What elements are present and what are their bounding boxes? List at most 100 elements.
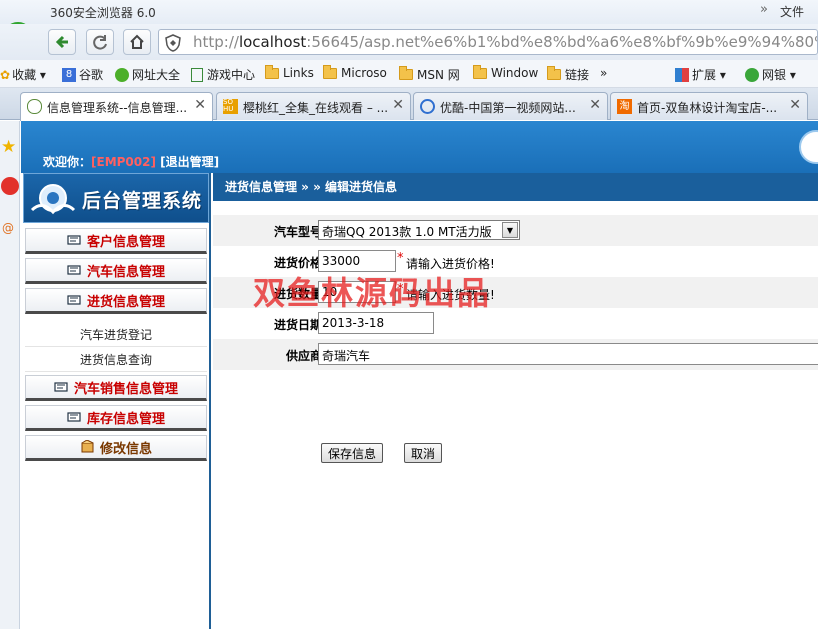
tab-youku[interactable]: 优酷-中国第一视频网站... ✕ (413, 92, 608, 120)
menu-label: 进货信息管理 (86, 294, 165, 310)
tab-sohu-video[interactable]: SO HU 樱桃红_全集_在线观看 – ... ✕ (216, 92, 411, 120)
refresh-icon (93, 35, 107, 50)
current-user: [EMP002] (91, 155, 156, 169)
page-icon (27, 99, 42, 114)
required-mark: * (397, 282, 404, 297)
tab-taobao-shop[interactable]: 淘 首页-双鱼林设计淘宝店-... ✕ (610, 92, 808, 120)
logout-link[interactable]: [退出管理] (160, 155, 219, 169)
menu-label: 汽车信息管理 (86, 264, 165, 280)
favorites-bar: ✿ 收藏 ▾ 8 谷歌 网址大全 游戏中心 Links Microso MSN 网 … (0, 60, 818, 88)
game-icon (191, 67, 203, 82)
fav-google[interactable]: 8 谷歌 (62, 66, 103, 83)
web-page: 欢迎你：[EMP002] [退出管理] 后台管理系统 客户信息管理 汽车信息管理… (21, 121, 818, 629)
menu-hand-icon (67, 235, 81, 245)
menu-sales-management[interactable]: 汽车销售信息管理 (25, 375, 207, 401)
form-row-supplier: 供应商： 奇瑞汽车 (213, 339, 818, 370)
price-input[interactable]: 33000 (318, 250, 396, 272)
save-button[interactable]: 保存信息 (321, 443, 384, 463)
menu-hand-icon (67, 295, 81, 305)
system-logo-icon (30, 184, 76, 215)
shield-icon (165, 34, 181, 52)
folder-icon (323, 64, 337, 79)
page-header: 欢迎你：[EMP002] [退出管理] (21, 121, 818, 173)
ebank-menu[interactable]: 网银 ▾ (745, 66, 796, 83)
menu-label: 库存信息管理 (86, 411, 165, 427)
address-bar[interactable]: http://localhost:56645/asp.net%e6%b1%bd%… (158, 29, 818, 55)
required-mark: * (397, 251, 404, 266)
fav-more-chevron[interactable]: » (600, 66, 607, 80)
google-icon: 8 (62, 67, 76, 82)
menu-box-icon (81, 440, 94, 453)
fav-microsoft[interactable]: Microso (323, 64, 387, 80)
folder-icon (265, 64, 279, 79)
browser-title: 360安全浏览器 6.0 (50, 6, 156, 20)
fav-msn[interactable]: MSN 网 (399, 66, 460, 83)
submenu-purchase-register[interactable]: 汽车进货登记 (25, 323, 207, 347)
folder-icon (547, 66, 561, 80)
welcome-bar: 欢迎你：[EMP002] [退出管理] (43, 153, 219, 170)
header-emblem-icon (799, 130, 818, 164)
tab-close-icon[interactable]: ✕ (589, 97, 601, 113)
star-icon: ✿ (0, 67, 11, 82)
menu-hand-icon (67, 412, 81, 422)
browser-title-bar: 360安全浏览器 6.0 » 文件 (0, 0, 818, 24)
home-button[interactable] (123, 29, 151, 55)
globe-icon (115, 67, 129, 82)
bank-icon (745, 67, 759, 82)
more-icon[interactable]: » (760, 2, 768, 17)
weibo-icon[interactable] (1, 177, 19, 195)
fav-game-center[interactable]: 游戏中心 (191, 66, 255, 83)
system-title: 后台管理系统 (82, 190, 203, 212)
price-hint: 请输入进货价格! (406, 257, 495, 271)
home-icon (130, 34, 144, 49)
menu-customer-management[interactable]: 客户信息管理 (25, 228, 207, 254)
menu-inventory-management[interactable]: 库存信息管理 (25, 405, 207, 431)
tab-admin-system[interactable]: 信息管理系统--信息管理... ✕ (20, 92, 213, 121)
menu-hand-icon (54, 382, 68, 392)
navigation-bar: http://localhost:56645/asp.net%e6%b1%bd%… (0, 24, 818, 60)
mail-icon[interactable]: @ (2, 221, 14, 235)
menu-label: 修改信息 (99, 441, 152, 457)
address-url: http://localhost:56645/asp.net%e6%b1%bd%… (193, 33, 818, 51)
fav-windows[interactable]: Window (473, 64, 538, 80)
quantity-input[interactable]: 10 (318, 281, 396, 303)
quantity-hint: 请输入进货数量! (406, 288, 495, 302)
main-content: 进货信息管理 » » 编辑进货信息 汽车型号： 奇瑞QQ 2013款 1.0 M… (213, 173, 818, 629)
folder-icon (473, 64, 487, 79)
dropdown-arrow-icon[interactable]: ▼ (502, 222, 518, 238)
date-input[interactable]: 2013-3-18 (318, 312, 434, 334)
favorites-menu[interactable]: ✿ 收藏 ▾ (0, 66, 46, 83)
menu-modify-info[interactable]: 修改信息 (25, 435, 207, 461)
breadcrumb: 进货信息管理 » » 编辑进货信息 (213, 173, 818, 201)
welcome-text: 欢迎你： (43, 155, 92, 169)
fav-links[interactable]: Links (265, 64, 314, 80)
tab-close-icon[interactable]: ✕ (392, 97, 404, 113)
form-row-price: 进货价格： 33000 * 请输入进货价格! (213, 246, 818, 277)
sidebar-tool-strip: ★ @ (0, 121, 20, 629)
submenu-purchase-query[interactable]: 进货信息查询 (25, 348, 207, 372)
menu-file[interactable]: 文件 (780, 3, 804, 20)
menu-purchase-management[interactable]: 进货信息管理 (25, 288, 207, 314)
fav-url-portal[interactable]: 网址大全 (115, 66, 180, 83)
back-arrow-icon (55, 35, 68, 49)
sohu-icon: SO HU (223, 99, 238, 114)
menu-hand-icon (67, 265, 81, 275)
tab-bar: 信息管理系统--信息管理... ✕ SO HU 樱桃红_全集_在线观看 – ...… (0, 88, 818, 121)
supplier-input[interactable]: 奇瑞汽车 (318, 343, 818, 365)
tab-close-icon[interactable]: ✕ (789, 97, 801, 113)
menu-label: 汽车销售信息管理 (73, 381, 178, 397)
refresh-button[interactable] (86, 29, 114, 55)
tab-close-icon[interactable]: ✕ (194, 97, 206, 113)
car-model-value: 奇瑞QQ 2013款 1.0 MT活力版 (322, 225, 492, 239)
favorite-star-icon[interactable]: ★ (1, 137, 16, 157)
fav-links-cn[interactable]: 链接 (547, 66, 589, 83)
back-button[interactable] (48, 29, 76, 55)
sidebar: 后台管理系统 客户信息管理 汽车信息管理 进货信息管理 汽车进货登记 进货信息查… (21, 173, 211, 629)
folder-icon (399, 66, 413, 80)
form-row-date: 进货日期： 2013-3-18 (213, 308, 818, 339)
cancel-button[interactable]: 取消 (404, 443, 443, 463)
menu-label: 客户信息管理 (86, 234, 165, 250)
menu-car-management[interactable]: 汽车信息管理 (25, 258, 207, 284)
extensions-menu[interactable]: 扩展 ▾ (675, 66, 726, 83)
car-model-select[interactable]: 奇瑞QQ 2013款 1.0 MT活力版 ▼ (318, 220, 520, 240)
